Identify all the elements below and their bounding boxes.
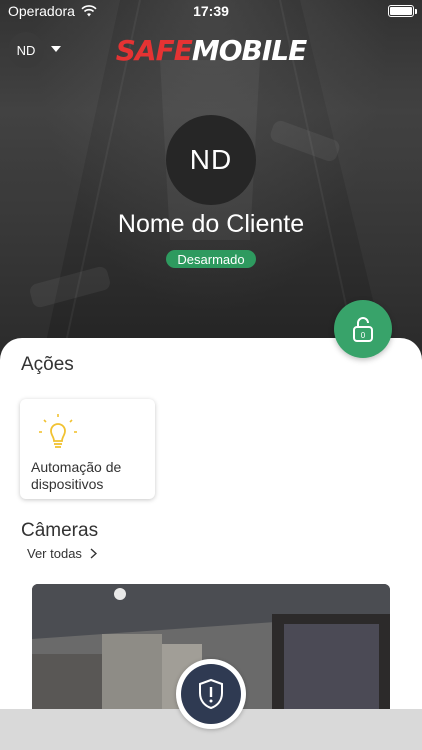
- lock-open-icon: 0: [353, 317, 373, 342]
- see-all-cameras-link[interactable]: Ver todas: [27, 546, 97, 561]
- chevron-right-icon: [90, 548, 97, 559]
- status-badge: Desarmado: [166, 250, 256, 268]
- client-name: Nome do Cliente: [117, 210, 305, 238]
- arm-toggle-button[interactable]: 0: [334, 300, 392, 358]
- battery-icon: [388, 5, 417, 17]
- wifi-icon: [81, 5, 97, 17]
- shield-alert-icon: [199, 678, 223, 710]
- carrier-name: Operadora: [8, 3, 75, 19]
- card-label: Automação de dispositivos: [31, 459, 122, 492]
- client-avatar: ND: [166, 115, 256, 205]
- panic-button[interactable]: [176, 659, 246, 729]
- cameras-title: Câmeras: [21, 520, 99, 541]
- lightbulb-icon: [39, 414, 77, 448]
- svg-text:0: 0: [361, 331, 366, 340]
- status-bar: Operadora 17:39: [0, 0, 422, 22]
- see-all-label: Ver todas: [27, 546, 82, 561]
- device-automation-card[interactable]: Automação de dispositivos: [20, 399, 155, 499]
- actions-title: Ações: [21, 354, 74, 375]
- safemobile-logo: SAFEMOBILE: [115, 34, 308, 67]
